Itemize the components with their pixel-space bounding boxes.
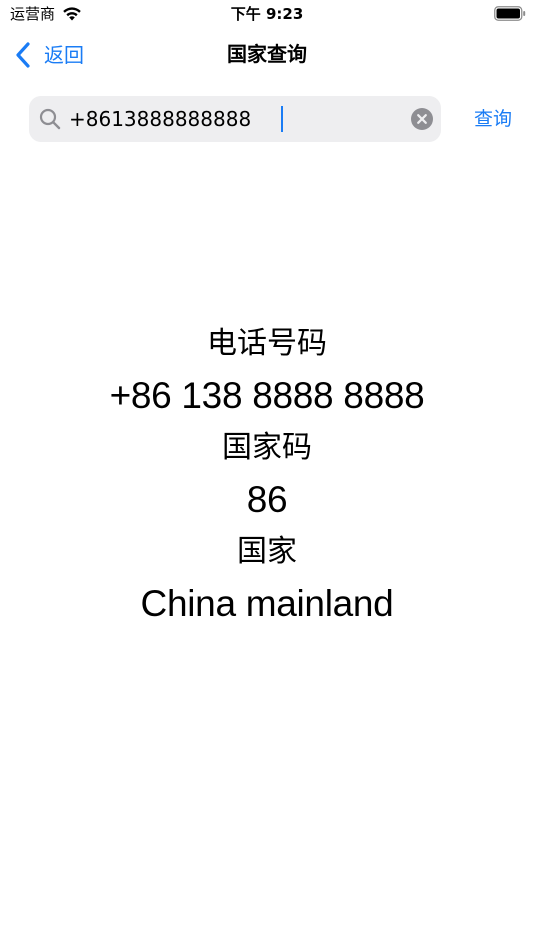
phone-screen: 运营商 下午 9:23 返回 国家查询 +8613888888888 查询 电话… bbox=[0, 0, 534, 950]
clear-icon[interactable] bbox=[411, 108, 433, 130]
country-code-label: 国家码 bbox=[222, 430, 312, 465]
navigation-bar: 返回 国家查询 bbox=[0, 28, 534, 82]
country-label: 国家 bbox=[237, 534, 297, 569]
phone-number-value: +86 138 8888 8888 bbox=[109, 375, 425, 416]
country-value: China mainland bbox=[140, 583, 394, 624]
search-field[interactable] bbox=[29, 96, 441, 142]
search-input[interactable] bbox=[69, 104, 395, 134]
phone-number-label: 电话号码 bbox=[207, 326, 327, 361]
result-section: 电话号码 +86 138 8888 8888 国家码 86 国家 China m… bbox=[0, 318, 534, 630]
page-title: 国家查询 bbox=[227, 42, 307, 66]
search-icon bbox=[39, 108, 61, 130]
text-cursor bbox=[281, 106, 283, 132]
status-time: 下午 9:23 bbox=[230, 5, 304, 23]
status-bar: 运营商 下午 9:23 bbox=[0, 0, 534, 28]
query-button[interactable]: 查询 bbox=[466, 104, 520, 134]
battery-icon bbox=[494, 6, 526, 21]
country-code-value: 86 bbox=[246, 479, 288, 520]
